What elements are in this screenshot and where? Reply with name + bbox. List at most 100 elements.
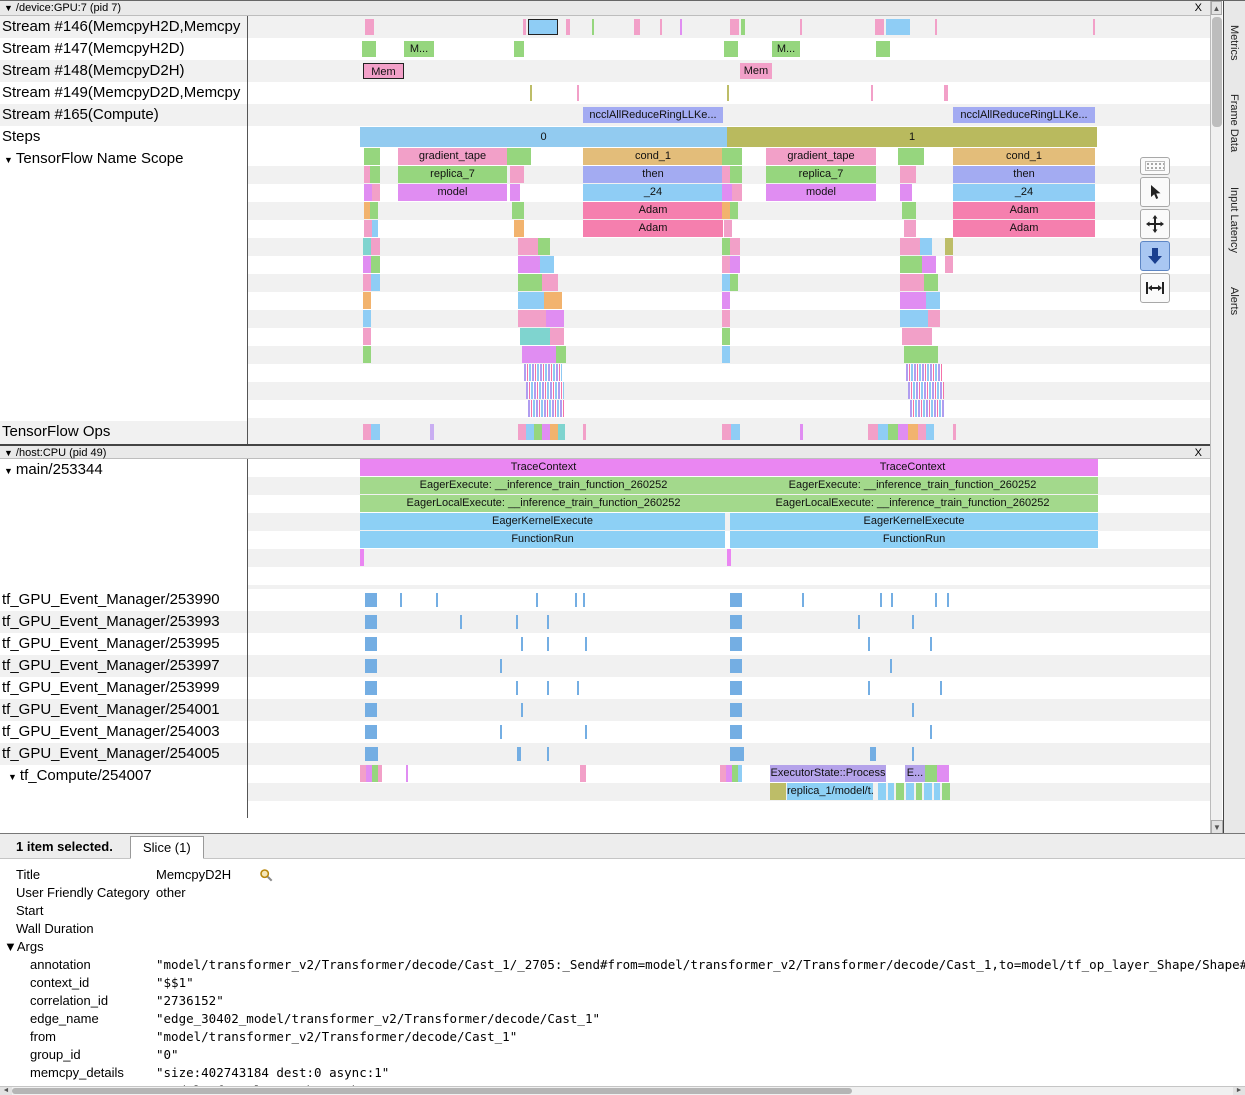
slice[interactable]	[364, 148, 380, 165]
track-canvas-stream-147[interactable]: M... M...	[248, 38, 1210, 60]
slice[interactable]	[550, 328, 564, 345]
slice[interactable]	[730, 166, 742, 183]
track-label-main-253344[interactable]: ▼main/253344	[0, 459, 248, 589]
track-canvas-gpu-event-253993[interactable]	[248, 611, 1210, 633]
gpu-close-button[interactable]: X	[1195, 1, 1202, 15]
slice[interactable]	[372, 184, 380, 201]
slice-0[interactable]: 0	[360, 127, 727, 147]
slice-eagerexecute-__inference_train_function_260252[interactable]: EagerExecute: __inference_train_function…	[360, 477, 727, 494]
slice-tracecontext[interactable]: TraceContext	[360, 459, 727, 476]
slice[interactable]	[870, 747, 876, 761]
slice[interactable]	[741, 19, 745, 35]
slice[interactable]	[888, 424, 898, 440]
slice[interactable]	[730, 274, 738, 291]
slice[interactable]	[738, 765, 742, 782]
slice[interactable]	[365, 593, 377, 607]
slice-model[interactable]: model	[766, 184, 876, 201]
collapse-arrow-icon[interactable]: ▼	[8, 772, 17, 782]
horizontal-scrollbar[interactable]: ◄ ►	[0, 1086, 1245, 1095]
slice[interactable]	[724, 41, 738, 57]
slice[interactable]	[730, 659, 742, 673]
slice[interactable]	[770, 783, 786, 800]
slice[interactable]	[858, 615, 860, 629]
track-canvas-gpu-event-253997[interactable]	[248, 655, 1210, 677]
slice[interactable]	[900, 274, 924, 291]
side-tab-alerts[interactable]: Alerts	[1224, 277, 1244, 325]
side-tab-input-latency[interactable]: Input Latency	[1224, 177, 1244, 263]
slice[interactable]	[904, 220, 916, 237]
slice-gradient_tape[interactable]: gradient_tape	[398, 148, 507, 165]
slice[interactable]	[518, 238, 538, 255]
slice[interactable]	[577, 681, 579, 695]
slice[interactable]	[916, 783, 922, 800]
slice-cond_1[interactable]: cond_1	[953, 148, 1095, 165]
slice[interactable]	[920, 238, 932, 255]
cpu-section-header[interactable]: ▼/host:CPU (pid 49) X	[0, 444, 1210, 459]
slice[interactable]	[580, 765, 586, 782]
slice[interactable]	[510, 166, 524, 183]
slice[interactable]	[556, 346, 566, 363]
slice[interactable]	[942, 783, 950, 800]
slice-replica_7[interactable]: replica_7	[398, 166, 507, 183]
slice[interactable]	[585, 637, 587, 651]
slice[interactable]	[518, 292, 544, 309]
slice-ncclallreduceringllke-[interactable]: ncclAllReduceRingLLKe...	[583, 107, 723, 123]
slice[interactable]	[518, 424, 526, 440]
slice[interactable]	[880, 593, 882, 607]
slice[interactable]	[918, 424, 926, 440]
scrollbar-thumb[interactable]	[1212, 17, 1222, 127]
slice[interactable]	[583, 593, 585, 607]
slice[interactable]	[547, 615, 549, 629]
slice[interactable]	[730, 747, 744, 761]
collapse-arrow-icon[interactable]: ▼	[4, 155, 13, 165]
slice-executorstate-process[interactable]: ExecutorState::Process	[770, 765, 886, 782]
slice[interactable]	[365, 681, 377, 695]
slice-1[interactable]: 1	[727, 127, 1097, 147]
slice[interactable]	[924, 783, 932, 800]
slice[interactable]	[1093, 19, 1095, 35]
slice[interactable]	[523, 19, 526, 35]
slice[interactable]	[878, 424, 888, 440]
track-canvas-stream-148[interactable]: MemMem	[248, 60, 1210, 82]
slice[interactable]	[722, 238, 730, 255]
slice[interactable]	[363, 238, 371, 255]
slice[interactable]	[517, 747, 521, 761]
slice[interactable]	[908, 424, 918, 440]
slice[interactable]	[944, 85, 948, 101]
track-canvas-name-scope[interactable]: gradient_tapecond_1gradient_tapecond_1re…	[248, 148, 1210, 421]
slice[interactable]	[634, 19, 640, 35]
track-label-name-scope[interactable]: ▼TensorFlow Name Scope	[0, 148, 248, 421]
slice[interactable]	[722, 274, 730, 291]
slice[interactable]	[730, 19, 739, 35]
collapse-arrow-icon[interactable]: ▼	[4, 3, 13, 13]
cpu-close-button[interactable]: X	[1195, 446, 1202, 460]
slice[interactable]	[935, 593, 937, 607]
track-canvas-gpu-event-254005[interactable]	[248, 743, 1210, 765]
slice[interactable]	[363, 292, 371, 309]
slice-m-[interactable]: M...	[772, 41, 800, 57]
slice[interactable]	[460, 615, 462, 629]
scroll-right-icon[interactable]: ►	[1233, 1087, 1245, 1095]
slice-replica_1-model-t-[interactable]: replica_1/model/t...	[787, 783, 873, 800]
slice[interactable]	[730, 202, 738, 219]
slice[interactable]	[876, 41, 890, 57]
slice-then[interactable]: then	[953, 166, 1095, 183]
slice[interactable]	[516, 615, 518, 629]
slice-eagerlocalexecute-__inference_train_function_260252[interactable]: EagerLocalExecute: __inference_train_fun…	[360, 495, 727, 512]
slice[interactable]	[577, 85, 579, 101]
slice[interactable]	[912, 703, 914, 717]
slice[interactable]	[514, 41, 524, 57]
slice[interactable]	[900, 238, 920, 255]
slice[interactable]	[575, 593, 577, 607]
slice[interactable]	[365, 637, 377, 651]
slice[interactable]	[363, 310, 371, 327]
slice[interactable]	[547, 637, 549, 651]
slice[interactable]	[660, 19, 662, 35]
slice[interactable]	[906, 783, 914, 800]
slice-m-[interactable]: M...	[404, 41, 434, 57]
slice[interactable]	[400, 593, 402, 607]
slice[interactable]	[542, 424, 550, 440]
args-header[interactable]: ▼Args	[0, 938, 1245, 956]
slice[interactable]	[516, 681, 518, 695]
slice[interactable]	[528, 400, 564, 417]
